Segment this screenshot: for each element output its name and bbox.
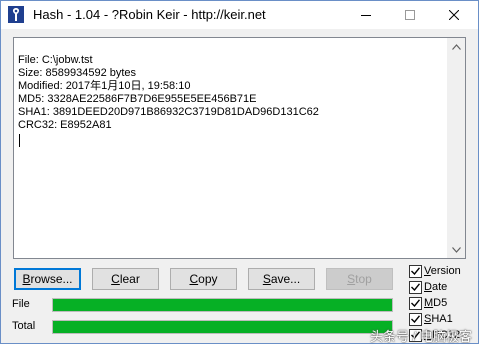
vertical-scrollbar[interactable] bbox=[447, 38, 465, 258]
output-line-md5: MD5: 3328AE22586F7B7D6E955E5EE456B71E bbox=[18, 93, 257, 105]
output-line-modified: Modified: 2017年1月10日, 19:58:10 bbox=[18, 80, 191, 92]
copy-label-accel: C bbox=[189, 272, 199, 286]
output-line-sha1: SHA1: 3891DEED20D971B86932C3719D81DAD96D… bbox=[18, 106, 319, 118]
browse-button[interactable]: Browse... bbox=[14, 268, 81, 290]
output-line-file: File: C:\jobw.tst bbox=[18, 54, 93, 66]
hash-output-text: File: C:\jobw.tst Size: 8589934592 bytes… bbox=[18, 41, 319, 132]
maximize-icon bbox=[405, 10, 415, 20]
option-version-label: Version bbox=[424, 265, 461, 277]
stop-label-accel: S bbox=[347, 272, 356, 286]
output-line-crc32: CRC32: E8952A81 bbox=[18, 119, 112, 131]
checkbox-box[interactable] bbox=[409, 264, 422, 278]
browse-label-accel: B bbox=[22, 272, 31, 286]
stop-button[interactable]: Stop bbox=[326, 268, 393, 290]
option-sha1-label: SHA1 bbox=[424, 313, 453, 325]
option-date-checkbox[interactable]: Date bbox=[409, 280, 447, 294]
checkbox-box[interactable] bbox=[409, 312, 422, 326]
save-button[interactable]: Save... bbox=[248, 268, 315, 290]
option-version-checkbox[interactable]: Version bbox=[409, 264, 461, 278]
file-progress-label: File bbox=[12, 298, 30, 310]
checkmark-icon bbox=[411, 283, 420, 291]
save-label-accel: S bbox=[262, 272, 271, 286]
browse-label-post: rowse... bbox=[30, 272, 73, 286]
total-progress-fill bbox=[53, 321, 392, 333]
checkmark-icon bbox=[411, 299, 420, 307]
checkmark-icon bbox=[411, 267, 420, 275]
option-md5-label: MD5 bbox=[424, 297, 448, 309]
option-date-label: Date bbox=[424, 281, 448, 293]
copy-label-post: opy bbox=[198, 272, 218, 286]
option-sha1-checkbox[interactable]: SHA1 bbox=[409, 312, 453, 326]
checkmark-icon bbox=[411, 315, 420, 323]
minimize-icon bbox=[361, 15, 371, 16]
chevron-up-icon bbox=[452, 43, 461, 50]
clear-label-post: lear bbox=[119, 272, 140, 286]
close-icon bbox=[449, 10, 459, 20]
option-md5-checkbox[interactable]: MD5 bbox=[409, 296, 447, 310]
app-icon bbox=[8, 6, 24, 23]
hash-output-textarea[interactable]: File: C:\jobw.tst Size: 8589934592 bytes… bbox=[13, 37, 466, 259]
close-button[interactable] bbox=[432, 1, 476, 29]
watermark: 头条号 / 电脑极客 bbox=[370, 329, 472, 344]
stop-label-post: top bbox=[355, 272, 372, 286]
file-progress-fill bbox=[53, 299, 392, 311]
maximize-button[interactable] bbox=[388, 1, 432, 29]
hash-window: Hash - 1.04 - ?Robin Keir - http://keir.… bbox=[0, 0, 479, 344]
scroll-down-button[interactable] bbox=[448, 241, 465, 258]
checkbox-box[interactable] bbox=[409, 296, 422, 310]
chevron-down-icon bbox=[452, 246, 461, 253]
window-title: Hash - 1.04 - ?Robin Keir - http://keir.… bbox=[33, 7, 266, 22]
output-line-size: Size: 8589934592 bytes bbox=[18, 67, 137, 79]
file-progress-bar bbox=[52, 298, 393, 312]
total-progress-bar bbox=[52, 320, 393, 334]
text-caret bbox=[19, 134, 20, 147]
clear-label-accel: C bbox=[111, 272, 120, 286]
minimize-button[interactable] bbox=[344, 1, 388, 29]
clear-button[interactable]: Clear bbox=[92, 268, 159, 290]
total-progress-label: Total bbox=[12, 320, 36, 332]
checkbox-box[interactable] bbox=[409, 280, 422, 294]
title-bar[interactable]: Hash - 1.04 - ?Robin Keir - http://keir.… bbox=[1, 1, 478, 29]
save-label-post: ave... bbox=[270, 272, 301, 286]
copy-button[interactable]: Copy bbox=[170, 268, 237, 290]
scroll-up-button[interactable] bbox=[448, 38, 465, 55]
